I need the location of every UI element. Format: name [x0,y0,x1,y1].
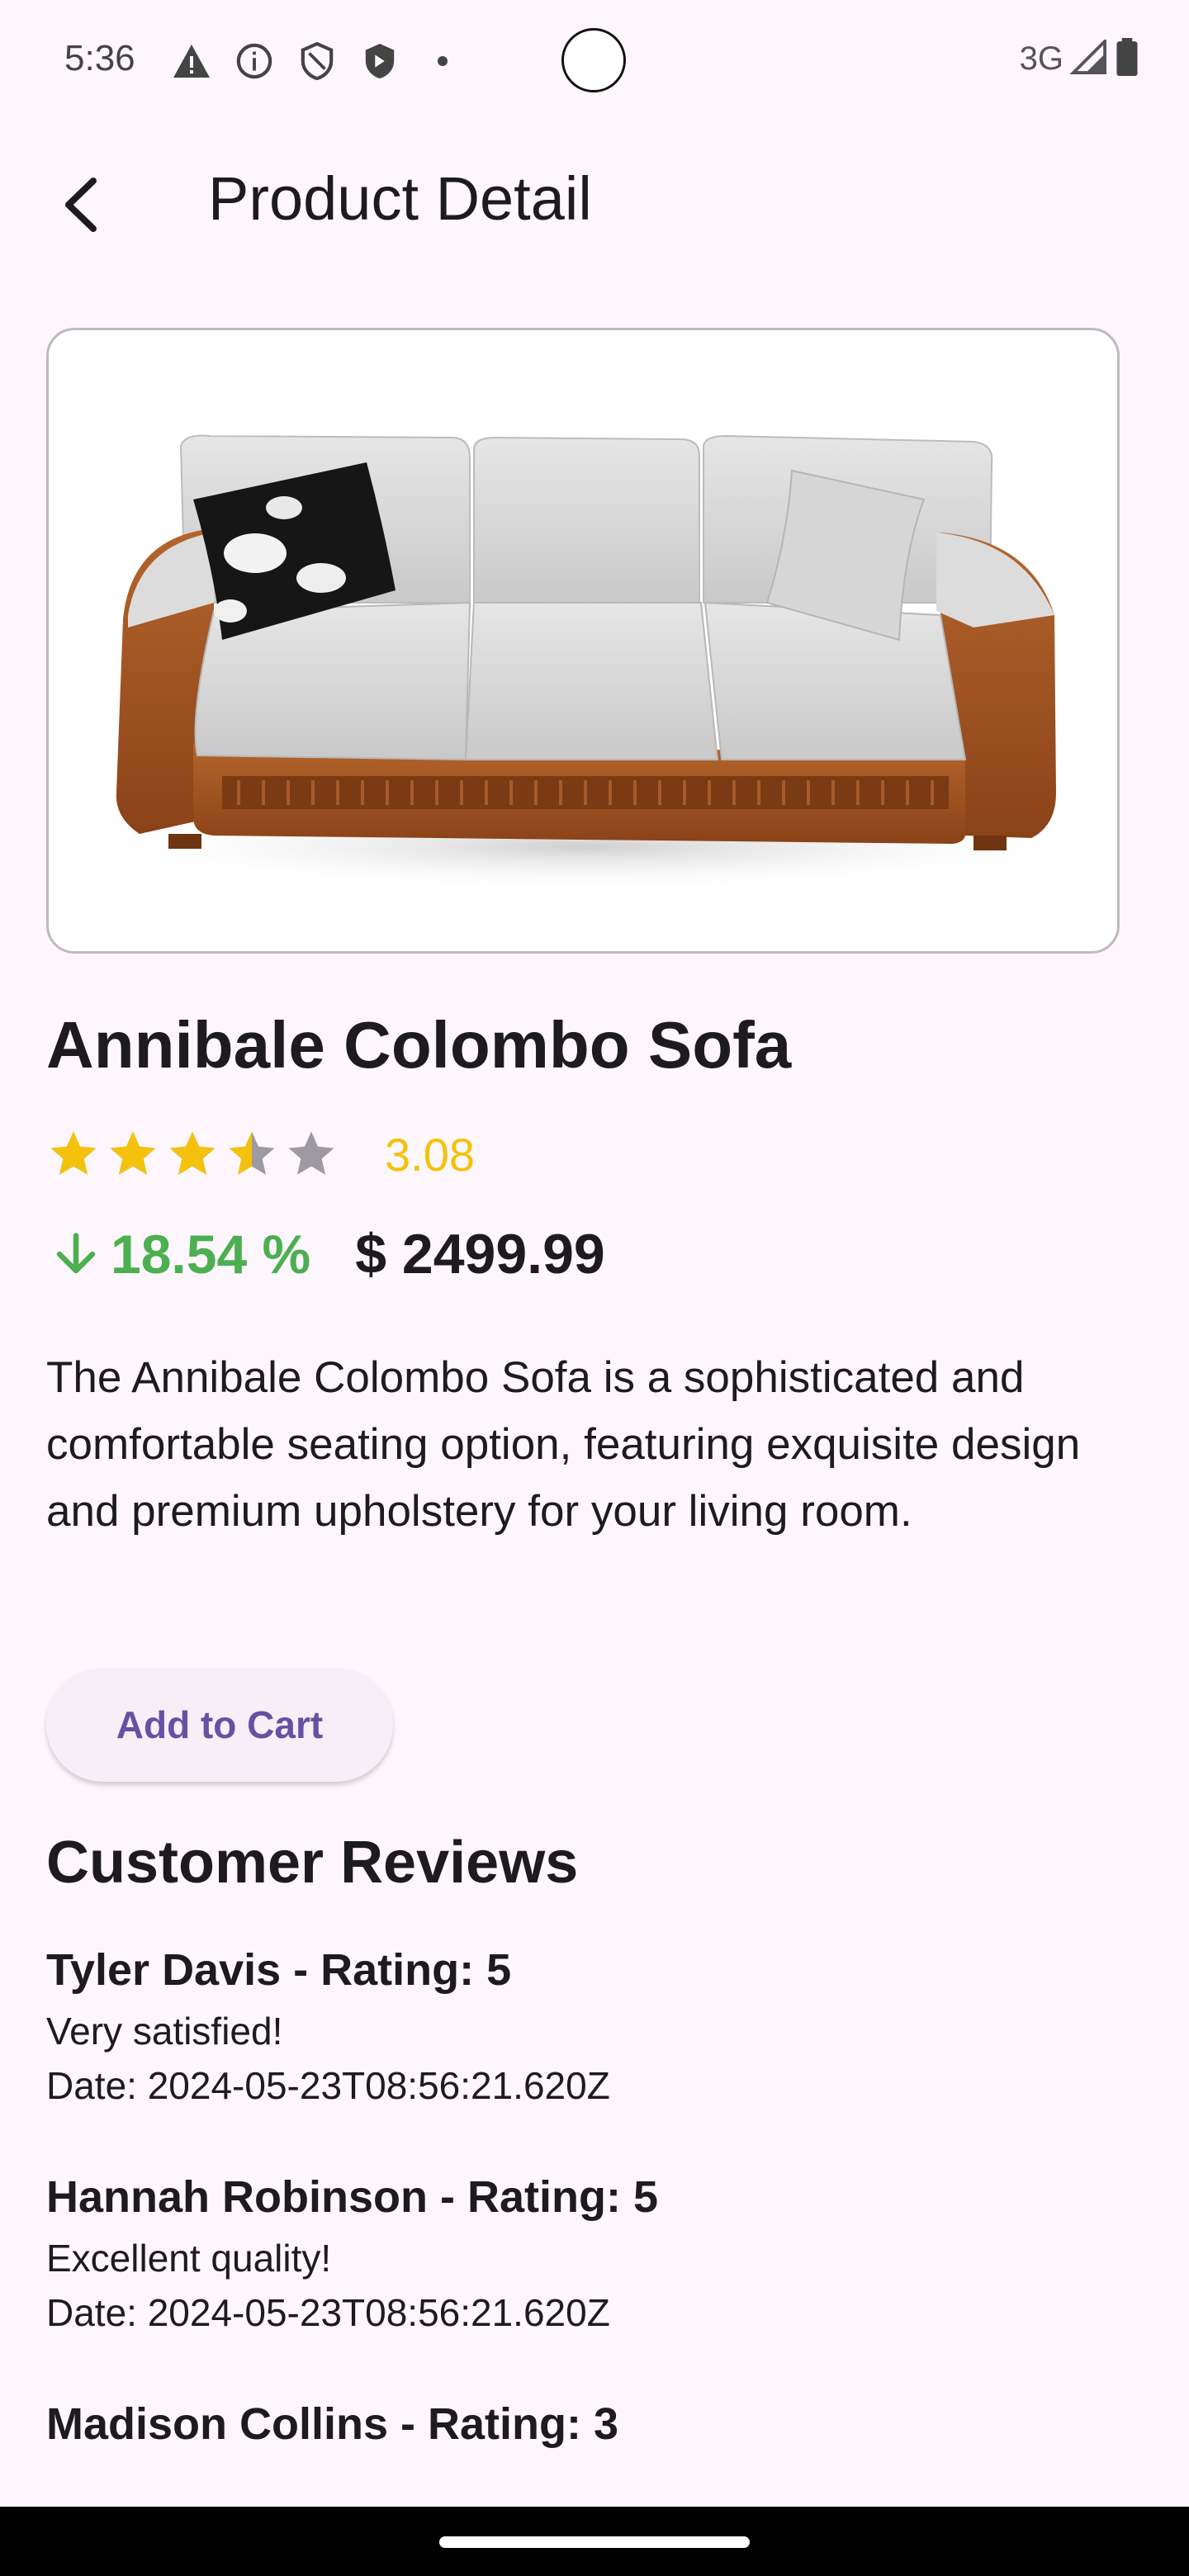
review-header: Madison Collins - Rating: 3 [46,2399,619,2449]
battery-icon [1115,38,1139,80]
back-arrow-icon [65,178,97,232]
camera-cutout [561,28,626,92]
sofa-image [73,434,1097,892]
network-type: 3G [1019,40,1063,77]
shield-filled-icon [357,38,403,84]
dot-icon [419,38,466,84]
add-to-cart-button[interactable]: Add to Cart [46,1668,393,1782]
discount-percent: 18.54 % [111,1224,311,1285]
product-name: Annibale Colombo Sofa [46,1008,792,1082]
rating-value: 3.08 [385,1128,475,1181]
product-image-card[interactable] [46,328,1120,954]
review-item: Madison Collins - Rating: 3 [46,2398,618,2450]
review-date: Date: 2024-05-23T08:56:21.620Z [46,2291,610,2334]
star-half-icon [229,1131,275,1175]
review-header: Tyler Davis - Rating: 5 [46,1945,512,1995]
review-header: Hannah Robinson - Rating: 5 [46,2172,658,2222]
app-bar: Product Detail [0,132,1189,264]
review-item: Hannah Robinson - Rating: 5 Excellent qu… [46,2171,658,2335]
warning-icon [168,38,215,84]
price-row: 18.54 % $ 2499.99 [46,1222,605,1286]
star-filled-icon [110,1131,156,1175]
status-system-icons: 3G [1019,37,1139,80]
rating-stars [46,1127,339,1181]
home-indicator[interactable] [439,2536,750,2548]
page-title: Product Detail [208,164,592,233]
shield-outline-icon [294,38,340,84]
arrow-down-icon [46,1224,106,1284]
review-date: Date: 2024-05-23T08:56:21.620Z [46,2064,610,2107]
review-item: Tyler Davis - Rating: 5 Very satisfied! … [46,1944,610,2108]
status-time: 5:36 [64,38,135,78]
product-price: $ 2499.99 [355,1223,605,1286]
back-button[interactable] [41,165,121,244]
product-description: The Annibale Colombo Sofa is a sophistic… [46,1353,1081,1536]
status-bar: 5:36 3G [0,0,1189,124]
signal-icon [1069,37,1108,78]
review-comment: Excellent quality! [46,2237,332,2280]
reviews-title: Customer Reviews [46,1830,579,1896]
review-comment: Very satisfied! [46,2010,283,2053]
info-icon [231,38,277,84]
star-empty-icon [288,1131,334,1175]
star-filled-icon [50,1131,97,1175]
status-notification-icons [168,38,466,84]
star-filled-icon [169,1131,216,1175]
rating-row: 3.08 [46,1127,475,1181]
